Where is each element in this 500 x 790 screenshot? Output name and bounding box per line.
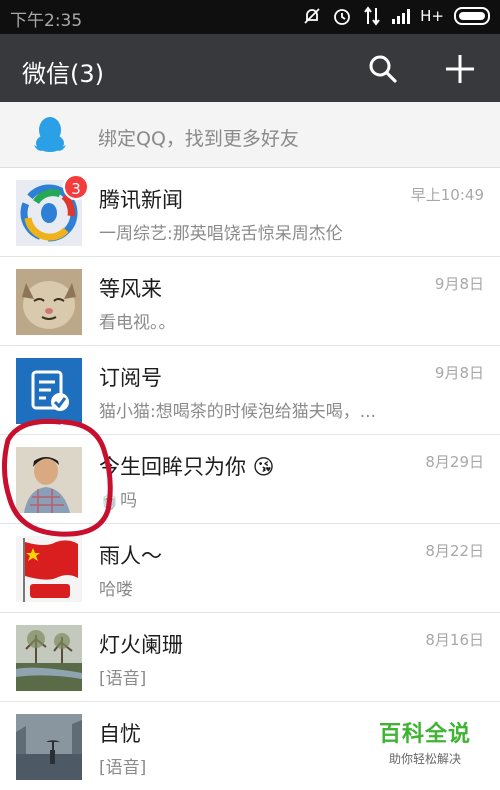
chat-list: 3 腾讯新闻 一周综艺:那英唱饶舌惊呆周杰伦 早上10:49 等风来 看电视。。… [0,168,500,790]
chat-row-tencent-news[interactable]: 3 腾讯新闻 一周综艺:那英唱饶舌惊呆周杰伦 早上10:49 [0,168,500,257]
bind-qq-text: 绑定QQ，找到更多好友 [98,128,299,150]
chat-name: 腾讯新闻 [99,188,183,212]
qq-penguin-icon [32,115,68,155]
chat-preview: 🍵吗 [99,491,138,511]
chat-time: 8月29日 [425,453,484,471]
chat-name: 灯火阑珊 [99,633,183,657]
data-transfer-icon [362,6,382,26]
chat-name: 今生回眸只为你 😘 [99,455,275,479]
watermark-title: 百科全说 [378,722,471,747]
silent-icon [302,6,322,26]
chat-preview: 哈喽 [99,580,133,600]
alarm-icon [332,6,352,26]
chat-preview: [语音] [99,669,147,689]
chat-row-subscriptions[interactable]: 订阅号 猫小猫:想喝茶的时候泡给猫夫喝，... 9月8日 [0,346,500,435]
status-icons: H+ [302,6,490,26]
chat-time: 8月22日 [425,542,484,560]
chat-preview: 看电视。。 [99,313,176,333]
chat-row-denghuo[interactable]: 灯火阑珊 [语音] 8月16日 [0,613,500,702]
chat-row-jinsheng[interactable]: 今生回眸只为你 😘 🍵吗 8月29日 [0,435,500,524]
chat-preview: [语音] [99,758,147,778]
status-bar: 下午2:35 H+ [0,0,500,34]
chat-time: 8月16日 [425,631,484,649]
chat-name: 订阅号 [99,366,162,390]
chat-name: 等风来 [99,277,162,301]
plus-icon[interactable] [442,51,478,87]
avatar [16,625,82,691]
battery-icon [454,7,490,25]
chat-preview: 猫小猫:想喝茶的时候泡给猫夫喝，... [99,402,376,422]
watermark: 百科全说 助你轻松解决 [360,716,490,767]
watermark-subtitle: 助你轻松解决 [388,752,461,766]
avatar [16,714,82,780]
avatar [16,536,82,602]
search-icon[interactable] [366,52,400,86]
bind-qq-banner[interactable]: 绑定QQ，找到更多好友 [0,102,500,168]
chat-preview: 一周综艺:那英唱饶舌惊呆周杰伦 [99,224,343,244]
chat-name: 自忧 [99,722,141,746]
avatar [16,269,82,335]
signal-icon [392,8,411,24]
unread-badge: 3 [63,174,89,200]
avatar [16,358,82,424]
app-header: 微信(3) [0,34,500,102]
chat-row-dengfenglai[interactable]: 等风来 看电视。。 9月8日 [0,257,500,346]
chat-time: 9月8日 [434,275,484,293]
page-title: 微信(3) [22,60,104,88]
network-type: H+ [420,7,444,25]
chat-time: 早上10:49 [410,186,484,204]
chat-time: 9月8日 [434,364,484,382]
chat-name: 雨人～ [99,544,162,568]
avatar [16,447,82,513]
chat-row-yuren[interactable]: 雨人～ 哈喽 8月22日 [0,524,500,613]
